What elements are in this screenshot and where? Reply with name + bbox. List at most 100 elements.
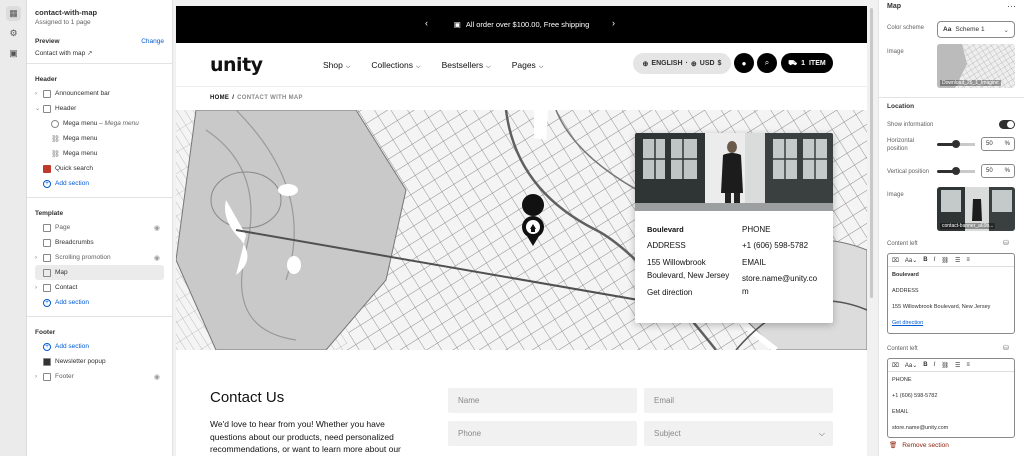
link-icon[interactable]: ⛓ <box>941 257 949 264</box>
chevron-right-icon[interactable]: › <box>35 285 43 291</box>
preview-page[interactable]: Contact with map ↗ <box>35 49 164 57</box>
horizontal-slider[interactable] <box>937 140 975 148</box>
add-section-template[interactable]: + Add section <box>35 295 164 310</box>
section-label: Footer <box>55 373 74 380</box>
bullet-list-icon[interactable]: ☰ <box>955 257 960 264</box>
nav-bestsellers[interactable]: Bestsellers ⌵ <box>442 60 491 71</box>
text-style-icon[interactable]: Aa⌄ <box>905 257 917 264</box>
database-icon[interactable]: ⛁ <box>1003 344 1009 352</box>
vertical-slider[interactable] <box>937 167 975 175</box>
chevron-down-icon: ⌵ <box>818 428 825 438</box>
language-label: ENGLISH <box>651 60 683 67</box>
slider-handle[interactable] <box>952 167 960 175</box>
link-icon[interactable]: ⛓ <box>941 362 949 369</box>
truck-icon: ▣ <box>453 20 461 29</box>
show-info-toggle[interactable] <box>999 120 1015 129</box>
phone-text[interactable]: +1 (606) 598-5782 <box>742 239 821 252</box>
plus-circle-icon: + <box>43 179 51 188</box>
search-button[interactable]: ⌕ <box>757 53 777 73</box>
scrollbar-thumb[interactable] <box>870 8 873 298</box>
remove-section-button[interactable]: 🗑 Remove section <box>889 441 949 450</box>
unit-label: % <box>1004 141 1010 147</box>
editor-link[interactable]: Get direction <box>892 319 1010 327</box>
section-announcement-bar[interactable]: › Announcement bar <box>35 86 164 101</box>
more-options-icon[interactable]: ⋯ <box>1007 1 1016 12</box>
breadcrumb-separator: / <box>232 95 235 101</box>
subject-select[interactable]: Subject ⌵ <box>644 421 833 446</box>
nav-shop[interactable]: Shop ⌵ <box>323 60 350 71</box>
storefront-image <box>635 133 833 211</box>
eye-hidden-icon[interactable]: ◉ <box>154 224 160 232</box>
section-page[interactable]: Page ◉ <box>35 220 164 235</box>
slider-handle[interactable] <box>952 140 960 148</box>
nav-collections[interactable]: Collections ⌵ <box>371 60 420 71</box>
chevron-down-icon[interactable]: ⌄ <box>35 105 43 112</box>
color-scheme-select[interactable]: Aa Scheme 1 ⌄ <box>937 21 1015 38</box>
chevron-updown-icon: ⌄ <box>1003 26 1009 34</box>
bold-icon[interactable]: B <box>923 362 927 368</box>
email-text[interactable]: store.name@unity.com <box>742 272 821 298</box>
vertical-input[interactable]: 50% <box>981 164 1015 178</box>
add-section-header[interactable]: + Add section <box>35 176 164 191</box>
section-scrolling-promotion[interactable]: › Scrolling promotion ◉ <box>35 250 164 265</box>
add-section-label: Add section <box>55 343 89 350</box>
block-quick-search[interactable]: Quick search <box>35 161 164 176</box>
get-direction-link[interactable]: Get direction <box>647 286 742 299</box>
change-preview-link[interactable]: Change <box>141 38 164 45</box>
section-label: Header <box>55 105 77 112</box>
store-logo[interactable]: unity <box>210 54 263 76</box>
italic-icon[interactable]: I <box>934 257 936 263</box>
phone-input[interactable]: Phone <box>448 421 637 446</box>
bold-icon[interactable]: B <box>923 257 927 263</box>
announcement-bar: ‹ ▣ All order over $100.00, Free shippin… <box>176 6 867 43</box>
chevron-right-icon[interactable]: › <box>35 255 43 261</box>
section-newsletter-popup[interactable]: Newsletter popup <box>35 354 164 369</box>
chevron-right-icon[interactable]: › <box>612 18 615 28</box>
sections-icon[interactable]: ▦ <box>6 6 21 21</box>
clear-format-icon[interactable]: ⌧ <box>892 362 899 369</box>
add-section-footer[interactable]: + Add section <box>35 339 164 354</box>
cart-button[interactable]: ⛟ 1 ITEM <box>781 53 833 73</box>
nav-pages[interactable]: Pages ⌵ <box>512 60 544 71</box>
numbered-list-icon[interactable]: ≡ <box>966 257 970 263</box>
globe-icon: ⊕ <box>690 60 697 68</box>
horizontal-input[interactable]: 50% <box>981 137 1015 151</box>
section-map[interactable]: Map <box>35 265 164 280</box>
section-header[interactable]: ⌄ Header <box>35 101 164 116</box>
canvas-scrollbar[interactable] <box>868 6 874 298</box>
map-image-picker[interactable]: Download_26_1_Imagine <box>937 44 1015 88</box>
email-input[interactable]: Email <box>644 388 833 413</box>
remove-section-label: Remove section <box>902 441 949 449</box>
name-input[interactable]: Name <box>448 388 637 413</box>
numbered-list-icon[interactable]: ≡ <box>966 362 970 368</box>
clear-format-icon[interactable]: ⌧ <box>892 257 899 264</box>
text-style-icon[interactable]: Aa⌄ <box>905 362 917 369</box>
breadcrumb-home[interactable]: HOME <box>210 95 229 101</box>
apps-icon[interactable]: ▣ <box>6 46 21 61</box>
chevron-left-icon[interactable]: ‹ <box>425 18 428 28</box>
account-button[interactable]: ● <box>734 53 754 73</box>
trash-icon: 🗑 <box>889 442 898 449</box>
location-divider <box>879 97 1024 98</box>
section-contact[interactable]: › Contact <box>35 280 164 295</box>
preview-label: Preview <box>35 38 60 45</box>
section-footer[interactable]: › Footer ◉ <box>35 369 164 384</box>
settings-gear-icon[interactable]: ⚙ <box>6 26 21 41</box>
eye-hidden-icon[interactable]: ◉ <box>154 254 160 262</box>
store-image-picker[interactable]: contact-banner_a69b... <box>937 187 1015 231</box>
chevron-right-icon[interactable]: › <box>35 374 43 380</box>
database-icon[interactable]: ⛁ <box>1003 239 1009 247</box>
block-mega-menu-3[interactable]: ⛓ Mega menu <box>35 146 164 161</box>
italic-icon[interactable]: I <box>934 362 936 368</box>
block-mega-menu-1[interactable]: Mega menu – Mega menu <box>35 116 164 131</box>
bullet-list-icon[interactable]: ☰ <box>955 362 960 369</box>
plus-circle-icon: + <box>43 298 51 307</box>
block-mega-menu-2[interactable]: ⛓ Mega menu <box>35 131 164 146</box>
content-left-editor-2[interactable]: ⌧ Aa⌄ B I ⛓ ☰ ≡ PHONE +1 (606) 598-5782 … <box>887 358 1015 438</box>
chevron-right-icon[interactable]: › <box>35 91 43 97</box>
eye-hidden-icon[interactable]: ◉ <box>154 373 160 381</box>
locale-selector[interactable]: ⊕ ENGLISH · ⊕ USD $ <box>633 53 731 74</box>
content-left-editor[interactable]: ⌧ Aa⌄ B I ⛓ ☰ ≡ Boulevard ADDRESS 155 Wi… <box>887 253 1015 334</box>
section-breadcrumbs[interactable]: Breadcrumbs <box>35 235 164 250</box>
scheme-swatch-icon: Aa <box>943 26 952 33</box>
